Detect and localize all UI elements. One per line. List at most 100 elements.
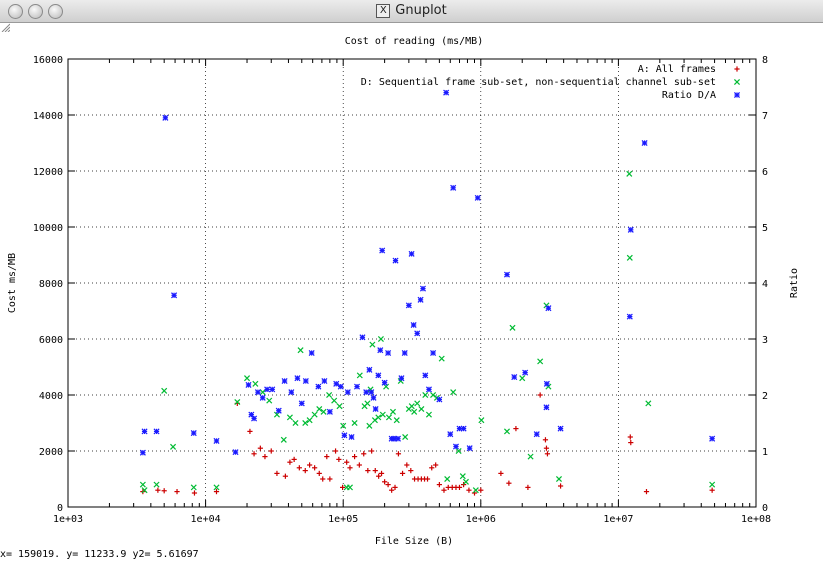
data-point-ratio: [419, 285, 427, 292]
data-point-d: [280, 436, 287, 443]
data-point-a: [307, 462, 313, 468]
data-point-a: [369, 448, 375, 454]
data-point-ratio: [417, 296, 424, 303]
data-point-ratio: [259, 394, 266, 401]
data-point-a: [372, 468, 378, 474]
data-point-d: [379, 411, 386, 418]
data-point-ratio: [321, 377, 328, 385]
data-point-a: [365, 468, 371, 474]
window-title-container: X Gnuplot: [0, 3, 823, 18]
data-point-d: [356, 372, 363, 379]
data-point-a: [361, 451, 367, 457]
data-point-a: [433, 462, 439, 468]
data-point-a: [506, 480, 512, 486]
data-point-ratio: [511, 374, 518, 381]
data-point-ratio: [379, 247, 386, 254]
data-point-ratio: [308, 349, 315, 357]
x-tick-label: 1e+05: [328, 514, 358, 525]
data-point-a: [347, 465, 353, 471]
data-point-ratio: [430, 349, 437, 357]
data-point-d: [418, 405, 425, 413]
data-point-a: [456, 484, 463, 490]
data-point-a: [399, 470, 406, 476]
x-tick-label: 1e+04: [191, 514, 221, 525]
data-point-a: [312, 465, 318, 471]
x-tick-label: 1e+08: [741, 514, 771, 525]
y2-tick-label: 7: [762, 111, 768, 122]
data-point-ratio: [162, 114, 169, 121]
data-point-ratio: [251, 415, 258, 422]
data-point-d: [170, 443, 177, 450]
grid-lines: [68, 59, 756, 507]
data-point-ratio: [213, 437, 220, 444]
data-point-ratio: [337, 383, 344, 390]
data-point-d: [331, 397, 338, 404]
resize-grip-icon[interactable]: [0, 22, 10, 32]
data-point-d: [459, 473, 466, 480]
data-point-a: [543, 445, 550, 451]
data-point-d: [626, 254, 633, 261]
data-point-d: [139, 481, 146, 488]
data-point-a: [155, 487, 161, 493]
data-point-a: [324, 454, 330, 460]
data-point-a: [378, 470, 385, 476]
legend-label: A: All frames: [638, 64, 716, 75]
data-point-d: [555, 475, 563, 483]
data-point-d: [320, 408, 327, 415]
scatter-plot[interactable]: Cost of reading (ms/MB) 1e+03 1e+04 1e+05 1…: [0, 22, 823, 549]
y-tick-label: 0: [57, 503, 63, 514]
data-point-d: [472, 487, 479, 494]
x-tick-label: 1e+06: [466, 514, 496, 525]
data-point-d: [411, 408, 418, 415]
data-point-a: [395, 451, 402, 457]
data-point-a: [376, 473, 382, 479]
data-point-a: [542, 437, 549, 443]
data-point-ratio: [450, 184, 457, 191]
data-point-ratio: [153, 428, 160, 435]
data-point-ratio: [503, 271, 511, 278]
data-point-ratio: [533, 431, 540, 438]
data-point-ratio: [288, 389, 295, 396]
data-point-d: [389, 408, 396, 415]
data-point-a: [466, 487, 472, 493]
x-tick-label: 1e+07: [603, 514, 633, 525]
data-point-ratio: [443, 89, 450, 96]
data-point-a: [287, 459, 293, 465]
data-point-a: [262, 454, 268, 460]
legend: A: All frames D: Sequential frame sub-set…: [361, 64, 741, 101]
x11-icon: X: [376, 3, 391, 18]
data-point-d: [375, 414, 382, 421]
data-point-ratio: [626, 313, 633, 320]
data-point-d: [190, 484, 197, 491]
data-point-ratio: [333, 380, 340, 387]
y2-tick-label: 0: [762, 503, 768, 514]
data-point-ratio: [275, 407, 282, 414]
data-point-ratio: [366, 366, 373, 373]
y2-axis-label: Ratio: [789, 268, 800, 298]
x-axis-label: File Size (B): [375, 536, 453, 547]
data-point-d: [444, 475, 451, 483]
data-point-a: [429, 465, 435, 471]
data-point-a: [327, 476, 333, 482]
data-point-d: [450, 389, 457, 396]
data-point-d: [422, 391, 429, 399]
data-point-d: [243, 375, 251, 382]
data-point-a: [332, 448, 339, 454]
data-point-d: [153, 481, 160, 488]
y-tick-label: 10000: [33, 223, 63, 234]
window-title: Gnuplot: [395, 3, 447, 18]
data-point-ratio: [543, 404, 550, 411]
data-point-a: [296, 465, 302, 471]
axis-ticks: 1e+03 1e+04 1e+05 1e+06 1e+07 1e+080200040006…: [33, 55, 771, 525]
data-point-a: [344, 459, 350, 465]
data-point-ratio: [392, 257, 399, 264]
data-point-a: [709, 487, 715, 493]
data-point-d: [402, 433, 409, 441]
data-point-a: [392, 484, 398, 490]
data-point-ratio: [190, 430, 197, 437]
data-point-a: [498, 470, 504, 476]
window-titlebar: X Gnuplot: [0, 0, 823, 23]
data-point-d: [311, 411, 318, 418]
data-point-d: [478, 417, 485, 424]
data-point-a: [544, 451, 551, 457]
